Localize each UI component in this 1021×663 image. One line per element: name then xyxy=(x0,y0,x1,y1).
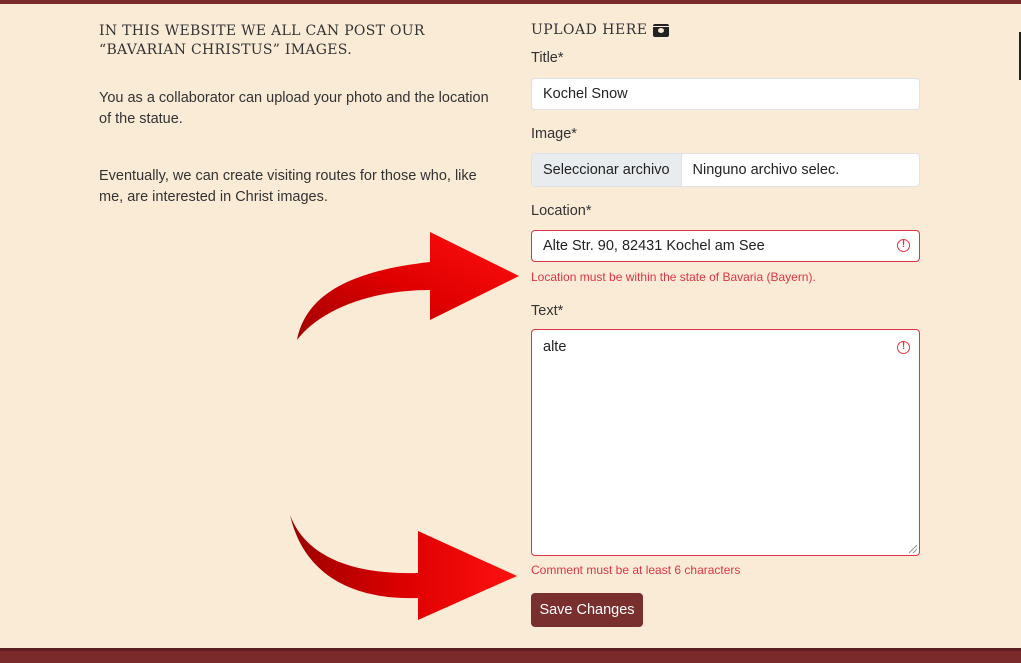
footer-border xyxy=(0,648,1021,663)
arrow-to-location-error-icon xyxy=(297,232,519,340)
annotation-arrows xyxy=(290,232,519,620)
arrow-to-text-error-icon xyxy=(290,515,517,620)
